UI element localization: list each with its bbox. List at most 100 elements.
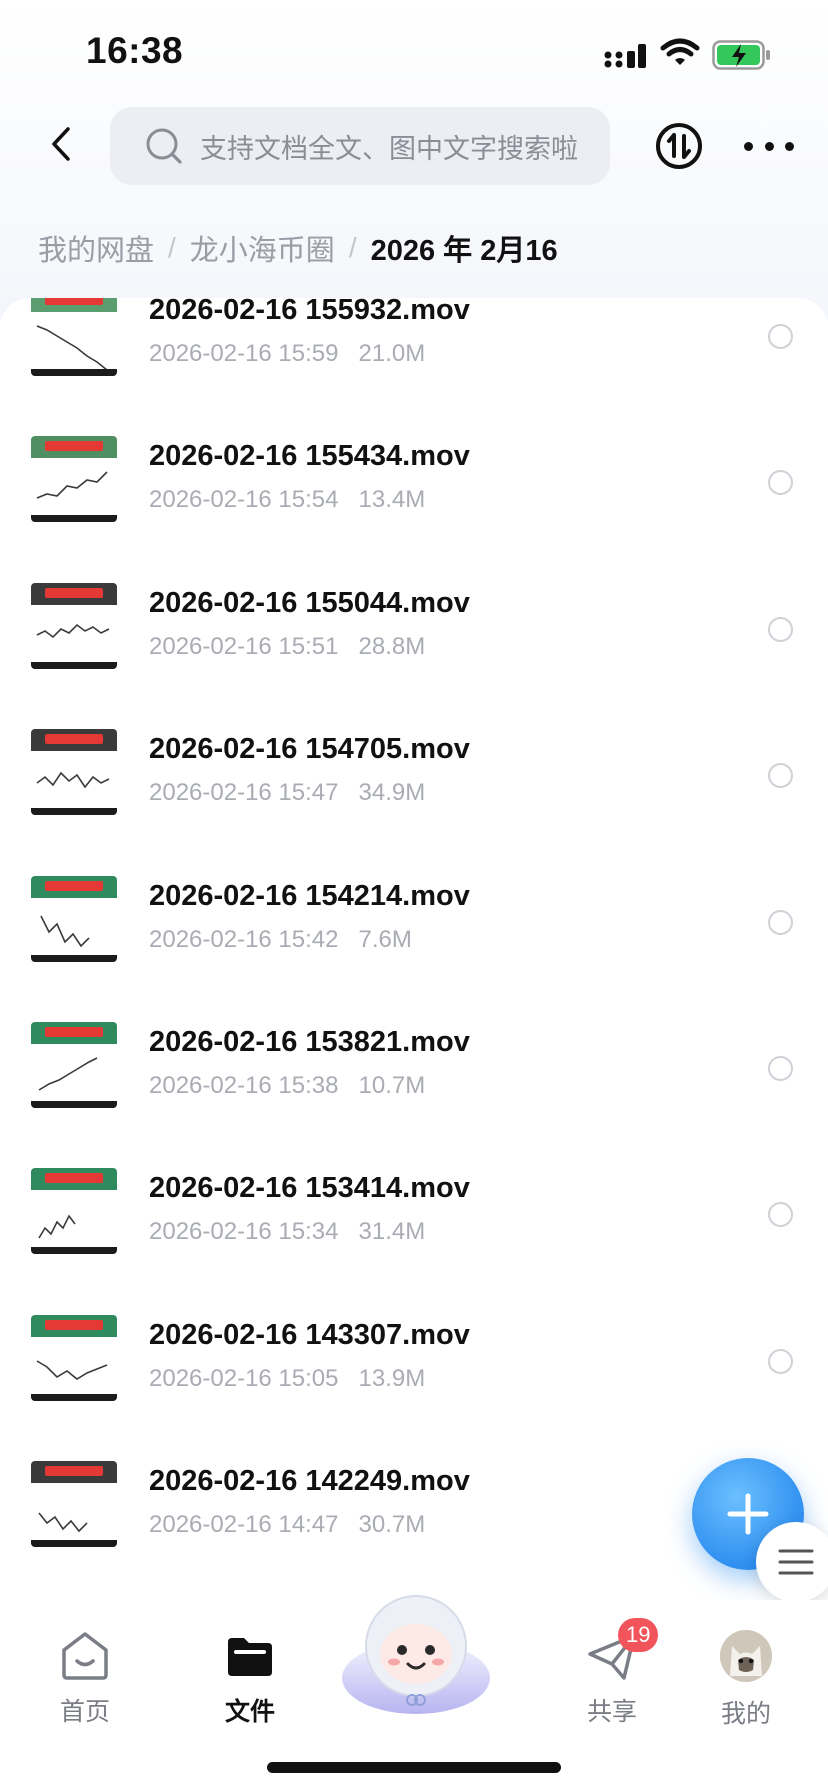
breadcrumb: 我的网盘 / 龙小海币圈 / 2026 年 2月16 xyxy=(38,228,558,268)
file-size: 13.9M xyxy=(358,1364,426,1392)
file-meta: 2026-02-16 15:34 31.4M xyxy=(149,1218,425,1246)
file-name: 2026-02-16 153414.mov xyxy=(149,1172,470,1205)
file-row[interactable]: 2026-02-16 155044.mov 2026-02-16 15:51 28.… xyxy=(0,551,828,671)
file-date: 2026-02-16 15:34 xyxy=(149,1218,339,1246)
file-meta: 2026-02-16 15:59 21.0M xyxy=(149,340,425,368)
breadcrumb-item-folder[interactable]: 龙小海币圈 xyxy=(190,227,335,269)
file-size: 13.4M xyxy=(358,486,426,514)
tab-share-label: 共享 xyxy=(586,1698,637,1726)
file-date: 2026-02-16 15:59 xyxy=(149,340,339,367)
video-thumbnail[interactable] xyxy=(31,729,117,816)
file-meta: 2026-02-16 15:05 13.9M xyxy=(149,1365,425,1393)
file-row[interactable]: 2026-02-16 155434.mov 2026-02-16 15:54 13.… xyxy=(0,404,828,524)
file-date: 2026-02-16 15:38 xyxy=(149,1072,339,1099)
assistant-mascot-icon[interactable] xyxy=(338,1586,494,1716)
status-bar: 16:38 xyxy=(0,0,828,100)
file-name: 2026-02-16 155932.mov xyxy=(149,298,470,326)
video-thumbnail[interactable] xyxy=(31,1022,117,1108)
file-row[interactable]: 2026-02-16 155932.mov 2026-02-16 15:59 21.… xyxy=(0,298,828,378)
breadcrumb-separator: / xyxy=(168,232,176,263)
tab-home[interactable]: 首页 xyxy=(25,1628,145,1728)
file-name: 2026-02-16 154214.mov xyxy=(149,879,470,912)
cellular-signal-icon xyxy=(604,44,646,68)
file-size: 10.7M xyxy=(358,1072,426,1099)
tab-me[interactable]: 我的 xyxy=(686,1628,806,1730)
file-meta: 2026-02-16 14:47 30.7M xyxy=(149,1511,425,1539)
file-name: 2026-02-16 142249.mov xyxy=(149,1465,470,1498)
file-meta: 2026-02-16 15:47 34.9M xyxy=(149,779,425,807)
plus-icon xyxy=(727,1493,769,1535)
status-time: 16:38 xyxy=(86,30,184,71)
file-list: 2026-02-16 155932.mov 2026-02-16 15:59 21.… xyxy=(0,298,828,1580)
side-menu-handle[interactable] xyxy=(756,1522,828,1602)
select-radio[interactable] xyxy=(768,470,793,496)
select-radio[interactable] xyxy=(768,1202,793,1228)
wifi-icon xyxy=(660,38,700,65)
select-radio[interactable] xyxy=(768,1348,793,1374)
search-input[interactable]: 支持文档全文、图中文字搜索啦 xyxy=(110,107,610,185)
select-radio[interactable] xyxy=(768,324,793,349)
file-name: 2026-02-16 155434.mov xyxy=(149,440,470,473)
avatar xyxy=(720,1630,772,1682)
tab-me-label: 我的 xyxy=(720,1700,771,1728)
video-thumbnail[interactable] xyxy=(31,875,117,962)
share-badge: 19 xyxy=(618,1618,659,1652)
select-radio[interactable] xyxy=(768,616,793,642)
more-dot-icon xyxy=(785,141,794,151)
file-name: 2026-02-16 155044.mov xyxy=(149,586,470,619)
home-indicator xyxy=(267,1762,561,1773)
file-meta: 2026-02-16 15:51 28.8M xyxy=(149,633,425,661)
file-date: 2026-02-16 14:47 xyxy=(149,1511,339,1539)
menu-icon xyxy=(778,1549,814,1575)
home-icon xyxy=(62,1632,108,1680)
more-dot-icon xyxy=(764,141,774,151)
file-size: 30.7M xyxy=(358,1511,426,1539)
breadcrumb-item-current: 2026 年 2月16 xyxy=(370,235,558,267)
file-row[interactable]: 2026-02-16 154214.mov 2026-02-16 15:42 7.6… xyxy=(0,844,828,964)
video-thumbnail[interactable] xyxy=(31,436,117,523)
battery-icon xyxy=(712,40,770,70)
video-thumbnail[interactable] xyxy=(31,298,117,376)
search-placeholder: 支持文档全文、图中文字搜索啦 xyxy=(200,133,578,164)
breadcrumb-item-root[interactable]: 我的网盘 xyxy=(38,227,154,269)
video-thumbnail[interactable] xyxy=(31,1461,117,1548)
file-name: 2026-02-16 154705.mov xyxy=(149,733,470,766)
file-name: 2026-02-16 143307.mov xyxy=(149,1318,470,1351)
file-size: 21.0M xyxy=(358,340,426,367)
file-row[interactable]: 2026-02-16 153414.mov 2026-02-16 15:34 31.… xyxy=(0,1136,828,1256)
video-thumbnail[interactable] xyxy=(31,1168,117,1255)
file-name: 2026-02-16 153821.mov xyxy=(149,1026,470,1058)
file-date: 2026-02-16 15:54 xyxy=(149,486,339,514)
folder-icon xyxy=(228,1638,272,1676)
file-date: 2026-02-16 15:47 xyxy=(149,779,339,807)
file-size: 34.9M xyxy=(358,779,426,807)
file-meta: 2026-02-16 15:54 13.4M xyxy=(149,486,425,514)
chevron-left-icon xyxy=(52,127,70,161)
file-date: 2026-02-16 15:51 xyxy=(149,632,339,660)
more-options-button[interactable] xyxy=(744,128,794,164)
select-radio[interactable] xyxy=(768,1056,793,1081)
file-meta: 2026-02-16 15:38 10.7M xyxy=(149,1072,425,1100)
file-row[interactable]: 2026-02-16 153821.mov 2026-02-16 15:38 10.… xyxy=(0,990,828,1110)
tab-files[interactable]: 文件 xyxy=(190,1628,310,1728)
file-size: 7.6M xyxy=(358,925,412,953)
search-icon xyxy=(146,128,182,164)
more-dot-icon xyxy=(744,141,753,151)
tab-home-label: 首页 xyxy=(59,1698,110,1726)
select-radio[interactable] xyxy=(768,909,793,935)
select-radio[interactable] xyxy=(768,763,793,789)
file-date: 2026-02-16 15:05 xyxy=(149,1364,339,1392)
file-size: 31.4M xyxy=(358,1218,426,1246)
tab-share[interactable]: 19 共享 xyxy=(552,1618,672,1728)
video-thumbnail[interactable] xyxy=(31,582,117,669)
file-size: 28.8M xyxy=(358,632,426,660)
file-row[interactable]: 2026-02-16 154705.mov 2026-02-16 15:47 34.… xyxy=(0,697,828,817)
tab-files-label: 文件 xyxy=(224,1698,275,1726)
back-button[interactable] xyxy=(36,116,86,172)
sort-icon[interactable] xyxy=(654,121,704,171)
breadcrumb-separator: / xyxy=(348,232,357,263)
video-thumbnail[interactable] xyxy=(31,1314,117,1401)
file-date: 2026-02-16 15:42 xyxy=(149,925,339,953)
file-meta: 2026-02-16 15:42 7.6M xyxy=(149,926,412,954)
file-row[interactable]: 2026-02-16 143307.mov 2026-02-16 15:05 13.… xyxy=(0,1283,828,1403)
